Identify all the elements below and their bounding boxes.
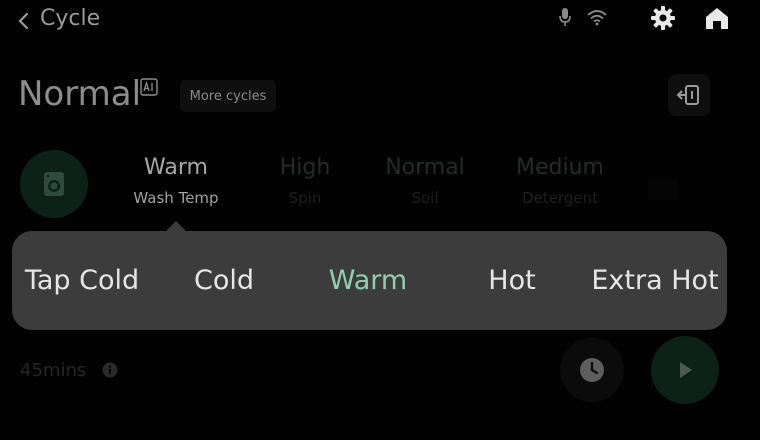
spin-option[interactable]: High Spin [250, 154, 360, 208]
cycle-name: Normal [18, 74, 142, 114]
soil-label: Soil [411, 189, 439, 207]
gear-icon[interactable] [650, 5, 676, 31]
detergent-value: Medium [516, 155, 604, 180]
washer-icon [44, 172, 64, 196]
delay-end-button[interactable] [560, 338, 624, 402]
soil-value: Normal [385, 155, 465, 180]
more-cycles-button[interactable]: More cycles [180, 80, 276, 112]
temp-option-hot[interactable]: Hot [488, 264, 535, 298]
clock-icon [580, 358, 604, 382]
temp-option-cold[interactable]: Cold [194, 264, 254, 298]
page-title: Cycle [40, 6, 101, 31]
temp-option-warm[interactable]: Warm [329, 264, 407, 298]
cycle-duration: 45mins [20, 360, 87, 381]
wash-temp-label: Wash Temp [133, 189, 219, 207]
ai-icon [140, 78, 158, 96]
play-icon [680, 362, 692, 378]
more-options-peek[interactable] [648, 180, 678, 200]
detergent-label: Detergent [522, 189, 598, 207]
detergent-option[interactable]: Medium Detergent [498, 154, 622, 208]
soil-option[interactable]: Normal Soil [370, 154, 480, 208]
wash-temp-option[interactable]: Warm Wash Temp [116, 154, 236, 208]
spin-label: Spin [288, 189, 322, 207]
home-icon[interactable] [703, 5, 731, 31]
temp-option-tap-cold[interactable]: Tap Cold [25, 264, 139, 298]
exit-icon [676, 85, 699, 105]
exit-button[interactable] [668, 74, 710, 116]
wash-temp-value: Warm [144, 155, 208, 180]
washer-button[interactable] [20, 150, 88, 218]
start-button[interactable] [651, 336, 719, 404]
temp-option-extra-hot[interactable]: Extra Hot [591, 264, 718, 298]
wifi-icon [587, 10, 607, 26]
mic-icon[interactable] [557, 6, 573, 28]
info-icon[interactable] [102, 362, 118, 378]
spin-value: High [279, 155, 331, 180]
back-icon[interactable] [14, 10, 34, 32]
